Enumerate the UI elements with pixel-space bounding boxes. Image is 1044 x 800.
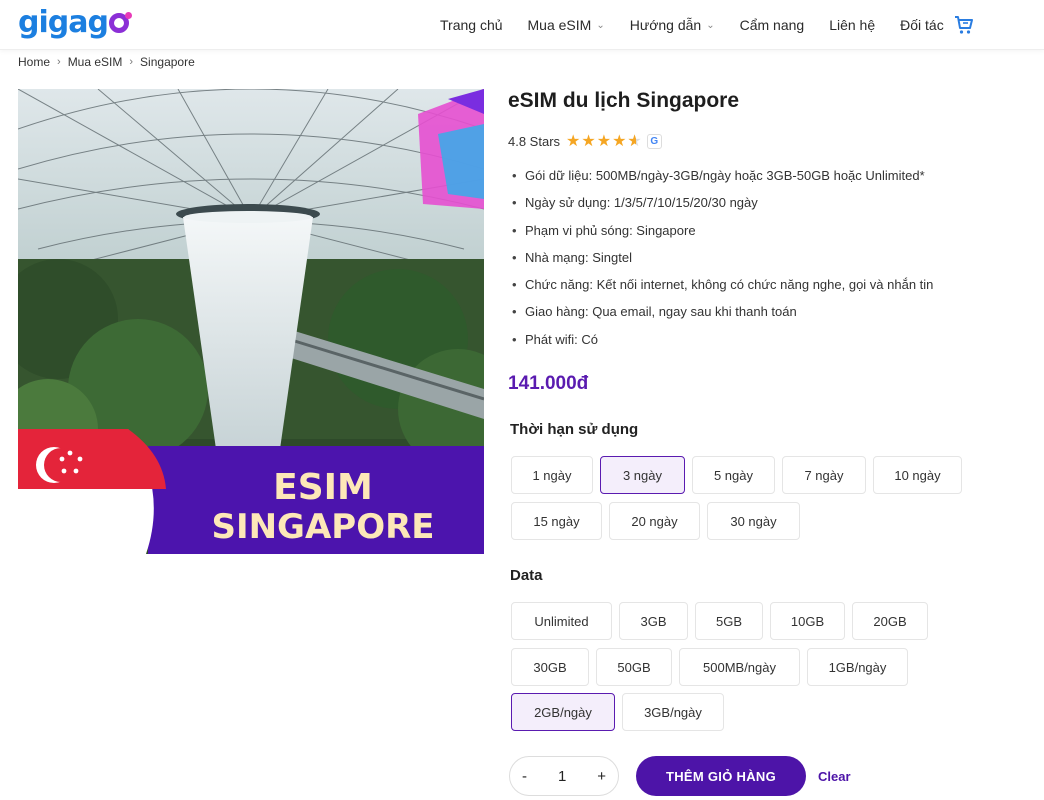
nav-contact[interactable]: Liên hệ	[829, 17, 875, 33]
breadcrumb: Home › Mua eSIM › Singapore	[18, 55, 195, 69]
feature-item: • Nhà mạng: Singtel	[512, 249, 632, 265]
duration-option-selected[interactable]: 3 ngày	[600, 456, 685, 494]
duration-option[interactable]: 1 ngày	[511, 456, 593, 494]
quantity-stepper: - 1 +	[509, 756, 619, 796]
rating: 4.8 Stars ★★★★★ ★ G	[508, 131, 662, 151]
rating-text: 4.8 Stars	[508, 133, 561, 149]
feature-item: • Phạm vi phủ sóng: Singapore	[512, 222, 696, 238]
cart-icon[interactable]	[954, 15, 974, 35]
add-to-cart-button[interactable]: THÊM GIỎ HÀNG	[636, 756, 806, 796]
product-image-art: ESIM SINGAPORE	[18, 89, 484, 554]
data-option[interactable]: 3GB/ngày	[622, 693, 724, 731]
chevron-right-icon: ›	[57, 56, 61, 68]
data-option[interactable]: 50GB	[596, 648, 672, 686]
breadcrumb-home[interactable]: Home	[18, 55, 50, 69]
star-rating-icon: ★★★★★ ★	[566, 133, 643, 150]
product-title: eSIM du lịch Singapore	[508, 89, 740, 112]
duration-option[interactable]: 5 ngày	[692, 456, 775, 494]
nav-partner[interactable]: Đối tác	[900, 17, 944, 33]
data-label: Data	[510, 567, 543, 584]
duration-option[interactable]: 30 ngày	[707, 502, 800, 540]
nav-guide[interactable]: Hướng dẫn ⌄	[630, 17, 715, 33]
breadcrumb-buy-esim[interactable]: Mua eSIM	[68, 55, 123, 69]
feature-item: • Giao hàng: Qua email, ngay sau khi than…	[512, 304, 797, 320]
feature-item: • Ngày sử dụng: 1/3/5/7/10/15/20/30 ngày	[512, 195, 758, 211]
feature-item: • Chức năng: Kết nối internet, không có c…	[512, 277, 934, 293]
data-option[interactable]: 30GB	[511, 648, 589, 686]
duration-label: Thời hạn sử dụng	[510, 421, 639, 438]
data-option[interactable]: 5GB	[695, 602, 763, 640]
site-header: gigag Trang chủ Mua eSIM ⌄ Hướng dẫn ⌄ Cẩm…	[0, 0, 1044, 50]
feature-list: • Gói dữ liệu: 500MB/ngày-3GB/ngày hoặc 3…	[512, 166, 933, 357]
data-option-selected[interactable]: 2GB/ngày	[511, 693, 615, 731]
main-nav: Trang chủ Mua eSIM ⌄ Hướng dẫn ⌄ Cẩm nang …	[440, 0, 969, 50]
nav-handbook[interactable]: Cẩm nang	[740, 17, 805, 33]
nav-buy-esim[interactable]: Mua eSIM ⌄	[528, 17, 605, 33]
data-option[interactable]: Unlimited	[511, 602, 612, 640]
clear-link[interactable]: Clear	[818, 769, 851, 784]
chevron-down-icon: ⌄	[596, 19, 605, 31]
quantity-value[interactable]: 1	[558, 768, 566, 785]
feature-item: • Phát wifi: Có	[512, 331, 598, 347]
increase-button[interactable]: +	[597, 768, 606, 785]
google-icon: G	[646, 133, 662, 149]
data-option[interactable]: 500MB/ngày	[679, 648, 800, 686]
data-option[interactable]: 20GB	[852, 602, 928, 640]
gigago-logo[interactable]: gigag	[18, 6, 132, 40]
data-option[interactable]: 1GB/ngày	[807, 648, 908, 686]
decrease-button[interactable]: -	[522, 768, 527, 785]
hero-title-line2: SINGAPORE	[211, 507, 434, 547]
data-option[interactable]: 10GB	[770, 602, 845, 640]
product-price: 141.000đ	[508, 373, 589, 394]
duration-option[interactable]: 20 ngày	[609, 502, 700, 540]
product-image: ESIM SINGAPORE	[18, 89, 484, 554]
chevron-right-icon: ›	[129, 56, 134, 68]
hero-title-line1: ESIM	[273, 467, 373, 508]
duration-option[interactable]: 7 ngày	[782, 456, 866, 494]
duration-option[interactable]: 10 ngày	[873, 456, 962, 494]
nav-home[interactable]: Trang chủ	[440, 17, 503, 33]
feature-item: • Gói dữ liệu: 500MB/ngày-3GB/ngày hoặc 3…	[512, 168, 925, 183]
breadcrumb-current: Singapore	[140, 55, 195, 69]
duration-option[interactable]: 15 ngày	[511, 502, 602, 540]
data-option[interactable]: 3GB	[619, 602, 688, 640]
chevron-down-icon: ⌄	[706, 19, 715, 31]
